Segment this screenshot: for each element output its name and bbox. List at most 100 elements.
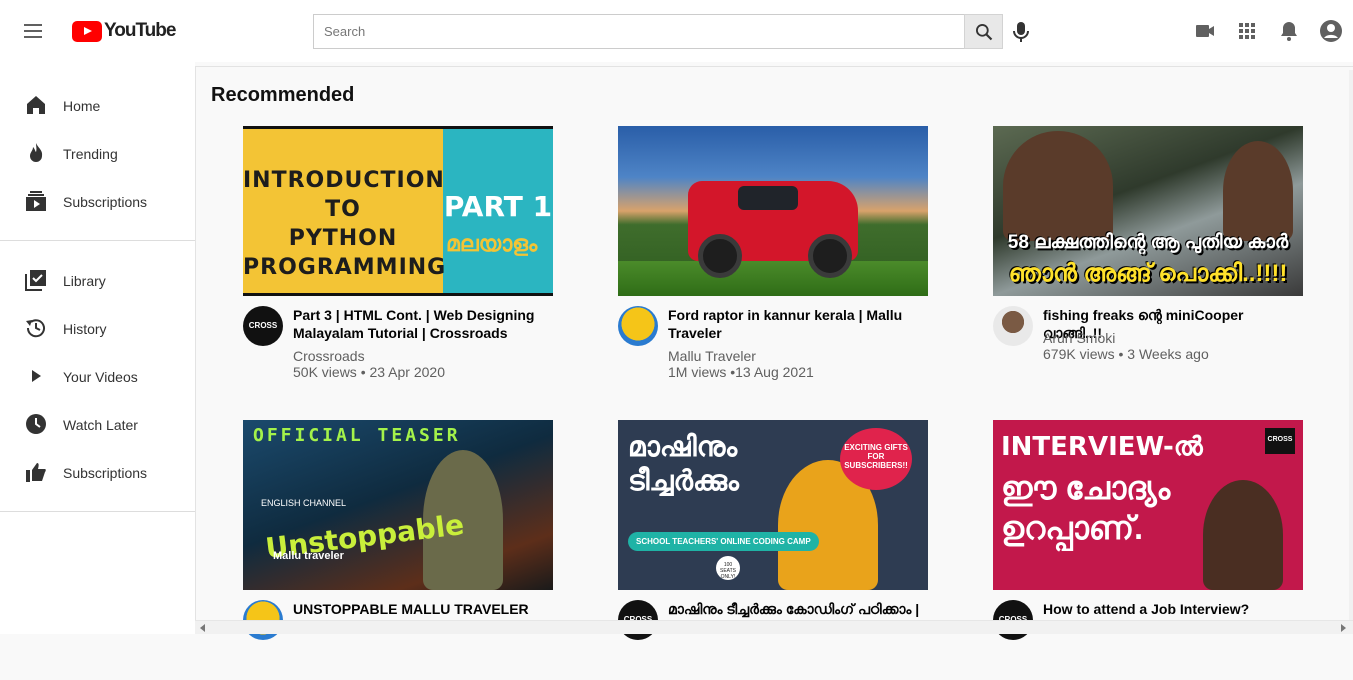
video-thumbnail[interactable]: INTRODUCTION TO PYTHON PROGRAMMING PART … bbox=[243, 126, 553, 296]
thumbnail-text: മാഷിനും ടീച്ചർക്കും bbox=[628, 430, 739, 498]
thumbnail-line: മാഷിനും bbox=[628, 431, 738, 462]
thumbnail-part-label: PART 1 bbox=[443, 190, 553, 223]
sidebar-item-label: Your Videos bbox=[63, 369, 138, 385]
channel-name[interactable]: Arun Smoki bbox=[1043, 330, 1115, 346]
bell-icon[interactable] bbox=[1277, 19, 1301, 43]
masthead: YouTube bbox=[0, 0, 1353, 62]
sidebar-item-subscriptions[interactable]: Subscriptions bbox=[0, 181, 195, 221]
sidebar-item-history[interactable]: History bbox=[0, 308, 195, 348]
scroll-right-arrow-icon[interactable] bbox=[1341, 624, 1346, 632]
sidebar-item-library[interactable]: Library bbox=[0, 260, 195, 300]
sidebar-item-label: Watch Later bbox=[63, 417, 138, 433]
microphone-icon[interactable] bbox=[1011, 20, 1031, 44]
video-thumbnail[interactable] bbox=[618, 126, 928, 296]
thumbnail-subtext: Mallu traveler bbox=[273, 550, 344, 562]
library-icon bbox=[25, 270, 46, 291]
thumbnail-person bbox=[1203, 480, 1283, 590]
thumbnail-text: 58 ലക്ഷത്തിന്റെ ആ പുതിയ കാർ bbox=[1007, 232, 1289, 253]
thumbnail-logo: CROSS bbox=[1265, 428, 1295, 454]
history-icon bbox=[26, 319, 45, 338]
video-title[interactable]: മാഷിനും ടീച്ചർക്കും കോഡിംഗ് പഠിക്കാം | bbox=[668, 600, 928, 618]
thumbnail-line: PYTHON bbox=[288, 226, 398, 251]
sidebar-item-label: Trending bbox=[63, 146, 118, 162]
search-input[interactable] bbox=[314, 15, 965, 48]
youtube-play-logo-icon bbox=[72, 20, 102, 42]
channel-avatar[interactable] bbox=[993, 306, 1033, 346]
thumbnail-wheel bbox=[808, 234, 852, 278]
youtube-logo[interactable]: YouTube bbox=[72, 20, 176, 42]
thumbnail-truck-window bbox=[738, 186, 798, 210]
thumbnail-camp-label: SCHOOL TEACHERS' ONLINE CODING CAMP bbox=[628, 532, 819, 551]
video-title[interactable]: Ford raptor in kannur kerala | Mallu Tra… bbox=[668, 306, 928, 342]
account-icon[interactable] bbox=[1319, 19, 1343, 43]
channel-name[interactable]: Crossroads bbox=[293, 348, 365, 364]
thumbnail-seats-label: 100 SEATS ONLY! bbox=[716, 556, 740, 580]
video-card: Ford raptor in kannur kerala | Mallu Tra… bbox=[618, 126, 928, 386]
video-title[interactable]: UNSTOPPABLE MALLU TRAVELER bbox=[293, 600, 553, 618]
video-stats: 679K views • 3 Weeks ago bbox=[1043, 346, 1209, 362]
thumbnail-text: OFFICIAL TEASER bbox=[253, 425, 461, 446]
menu-icon[interactable] bbox=[24, 24, 42, 38]
search-button[interactable] bbox=[964, 14, 1003, 49]
video-camera-icon[interactable] bbox=[1193, 19, 1217, 43]
thumbnail-person bbox=[1223, 141, 1293, 241]
clock-icon bbox=[26, 414, 46, 434]
thumbnail-line: PROGRAMMING bbox=[243, 255, 447, 280]
play-icon bbox=[32, 370, 41, 382]
scroll-left-arrow-icon[interactable] bbox=[200, 624, 205, 632]
sidebar-item-home[interactable]: Home bbox=[0, 85, 195, 125]
sidebar-item-trending[interactable]: Trending bbox=[0, 133, 195, 173]
main-content: Recommended INTRODUCTION TO PYTHON PROGR… bbox=[195, 66, 1353, 640]
logo-text: YouTube bbox=[104, 20, 176, 41]
search-box bbox=[313, 14, 965, 49]
channel-avatar[interactable] bbox=[618, 306, 658, 346]
subscriptions-icon bbox=[26, 191, 46, 211]
sidebar-item-label: Subscriptions bbox=[63, 194, 148, 210]
thumbnail-text: INTERVIEW-ൽ bbox=[1001, 432, 1203, 462]
thumbnail-channel-label: ENGLISH CHANNEL bbox=[261, 498, 347, 508]
horizontal-scrollbar[interactable] bbox=[195, 620, 1353, 634]
thumbnail-person bbox=[1003, 131, 1113, 241]
video-thumbnail[interactable]: 58 ലക്ഷത്തിന്റെ ആ പുതിയ കാർ ഞാൻ അങ്ങ് പൊ… bbox=[993, 126, 1303, 296]
video-thumbnail[interactable]: മാഷിനും ടീച്ചർക്കും EXCITING GIFTS FOR S… bbox=[618, 420, 928, 590]
video-title[interactable]: How to attend a Job Interview? bbox=[1043, 600, 1303, 618]
sidebar-item-label: Home bbox=[63, 98, 101, 114]
channel-avatar[interactable]: CROSS bbox=[243, 306, 283, 346]
thumbnail-badge: EXCITING GIFTS FOR SUBSCRIBERS!! bbox=[840, 428, 912, 490]
flame-icon bbox=[30, 143, 43, 162]
apps-grid-icon[interactable] bbox=[1235, 19, 1259, 43]
sidebar-item-your-videos[interactable]: Your Videos bbox=[0, 356, 195, 396]
thumbnail-text: ഈ ചോദ്യം ഉറപ്പാണ്. bbox=[1001, 468, 1170, 548]
video-thumbnail[interactable]: OFFICIAL TEASER ENGLISH CHANNEL Unstoppa… bbox=[243, 420, 553, 590]
thumbnail-text: ഞാൻ അങ്ങ് പൊക്കി..!!!! bbox=[1008, 260, 1288, 287]
sidebar-item-watch-later[interactable]: Watch Later bbox=[0, 404, 195, 444]
video-card: മാഷിനും ടീച്ചർക്കും EXCITING GIFTS FOR S… bbox=[618, 420, 928, 680]
thumbnail-wheel bbox=[698, 234, 742, 278]
vertical-scrollbar[interactable] bbox=[1349, 70, 1353, 620]
thumbnail-grass bbox=[618, 261, 928, 296]
video-card: 58 ലക്ഷത്തിന്റെ ആ പുതിയ കാർ ഞാൻ അങ്ങ് പൊ… bbox=[993, 126, 1303, 386]
thumbs-up-icon bbox=[26, 463, 46, 482]
sidebar-item-label: Subscriptions bbox=[63, 465, 148, 481]
sidebar-divider bbox=[0, 240, 195, 241]
video-card: INTERVIEW-ൽ ഈ ചോദ്യം ഉറപ്പാണ്. CROSS CRO… bbox=[993, 420, 1303, 680]
video-card: OFFICIAL TEASER ENGLISH CHANNEL Unstoppa… bbox=[243, 420, 553, 680]
video-stats: 50K views • 23 Apr 2020 bbox=[293, 364, 445, 380]
thumbnail-line: ഉറപ്പാണ്. bbox=[1001, 510, 1143, 546]
sidebar-item-label: History bbox=[63, 321, 107, 337]
sidebar-item-liked-subscriptions[interactable]: Subscriptions bbox=[0, 452, 195, 492]
video-title[interactable]: Part 3 | HTML Cont. | Web Designing Mala… bbox=[293, 306, 553, 342]
home-icon bbox=[27, 96, 45, 114]
thumbnail-text: INTRODUCTION TO PYTHON PROGRAMMING bbox=[243, 166, 447, 282]
channel-name[interactable]: Mallu Traveler bbox=[668, 348, 756, 364]
sidebar: Home Trending Subscriptions Library Hist… bbox=[0, 62, 195, 634]
thumbnail-line: ടീച്ചർക്കും bbox=[628, 465, 739, 496]
thumbnail-language-label: മലയാളം bbox=[446, 231, 538, 256]
sidebar-item-label: Library bbox=[63, 273, 106, 289]
video-card: INTRODUCTION TO PYTHON PROGRAMMING PART … bbox=[243, 126, 553, 386]
sidebar-divider bbox=[0, 511, 195, 512]
video-thumbnail[interactable]: INTERVIEW-ൽ ഈ ചോദ്യം ഉറപ്പാണ്. CROSS bbox=[993, 420, 1303, 590]
video-stats: 1M views •13 Aug 2021 bbox=[668, 364, 814, 380]
search-icon bbox=[975, 23, 992, 40]
thumbnail-line: ഈ ചോദ്യം bbox=[1001, 470, 1171, 506]
